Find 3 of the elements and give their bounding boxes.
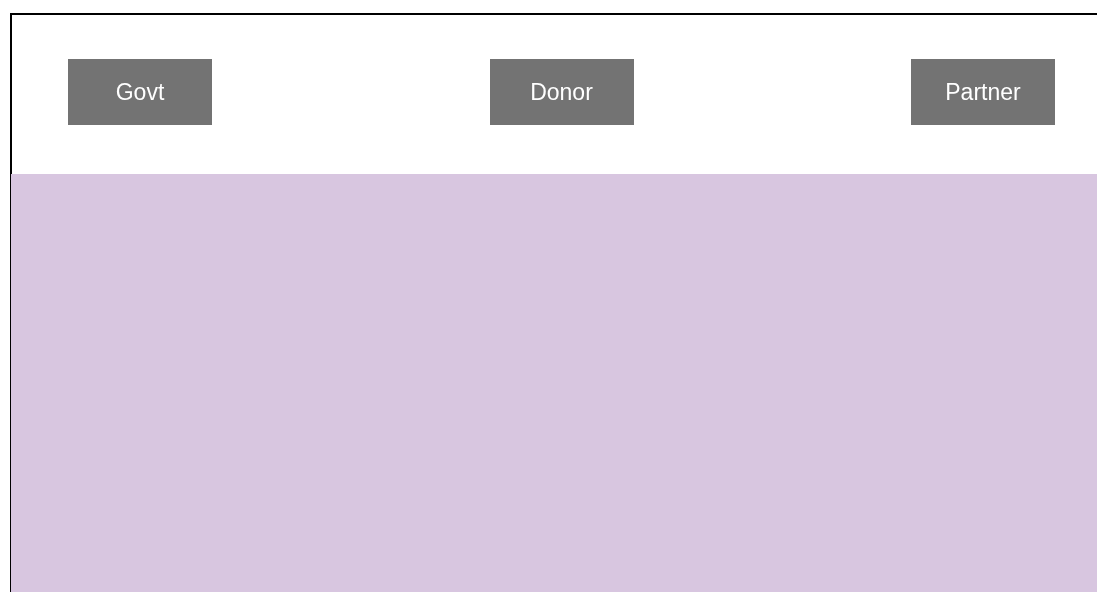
category-button[interactable]: Partner — [911, 59, 1055, 125]
category-button[interactable]: Donor — [489, 59, 634, 125]
category-button[interactable]: Govt — [68, 59, 212, 125]
